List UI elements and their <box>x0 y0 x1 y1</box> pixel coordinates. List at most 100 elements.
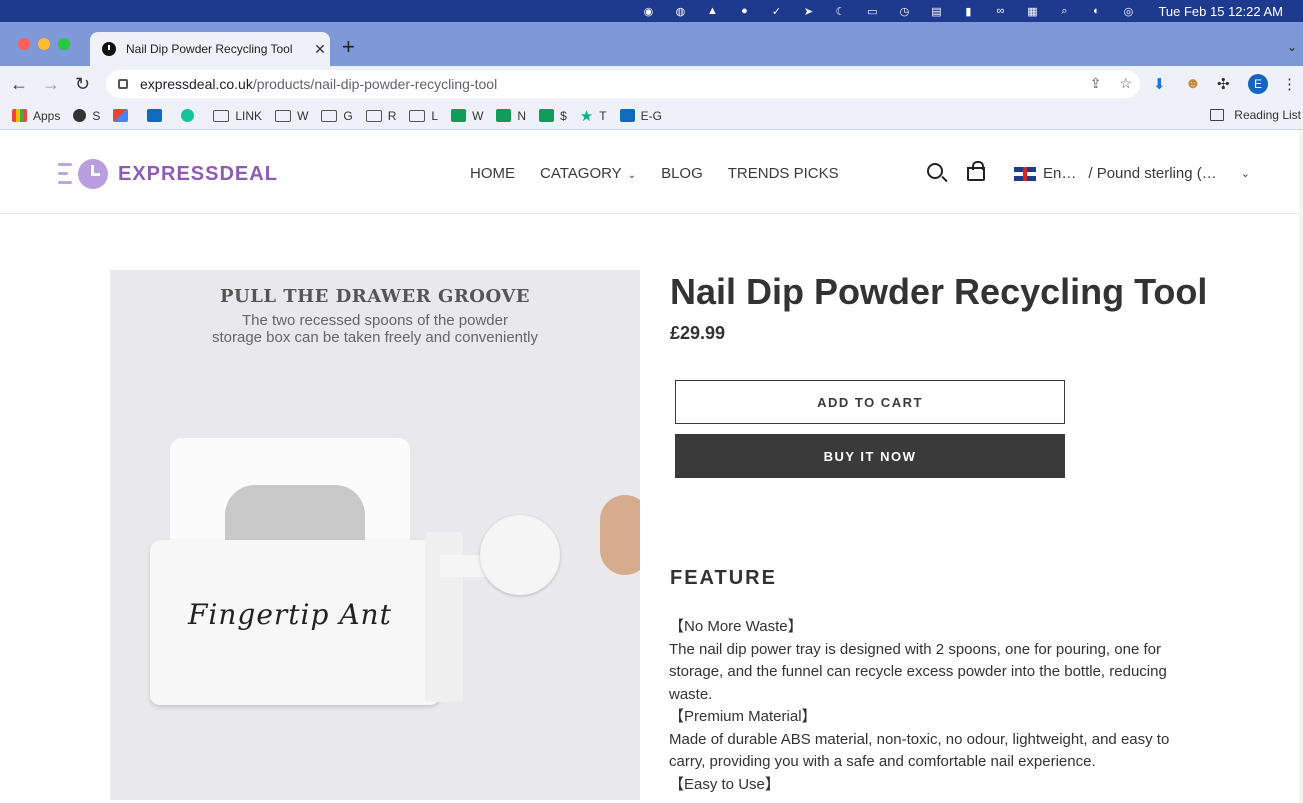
bookmarks-bar: Apps S LINK W G R L W N $ ★ T E-G Reading… <box>0 102 1303 130</box>
star-icon: ★ <box>579 107 594 125</box>
clock-favicon-icon <box>102 42 116 56</box>
bookmark-outlook-eg[interactable]: E-G <box>619 109 662 123</box>
line-icon[interactable]: ◉ <box>640 4 656 18</box>
locale-selector[interactable]: En… / Pound sterling (… ⌄ <box>1014 165 1250 182</box>
screen-icon[interactable]: ▭ <box>864 4 880 18</box>
browser-toolbar: ← → ↻ expressdeal.co.uk/products/nail-di… <box>0 66 1303 102</box>
page-scrollbar[interactable] <box>1299 131 1303 803</box>
language-label: En… <box>1043 165 1077 182</box>
bookmark-sheet-n[interactable]: N <box>496 109 526 123</box>
lock-icon[interactable] <box>118 79 128 89</box>
folder-icon <box>275 109 292 122</box>
sheets-icon <box>451 109 467 122</box>
bookmark-sheet-w[interactable]: W <box>451 109 483 123</box>
feature-text-material: Made of durable ABS material, non-toxic,… <box>669 730 1170 771</box>
system-menubar: ◉ ◍ ▲ ● ✓ ➤ ☾ ▭ ◷ ▤ ▮ ∞ ▦ ⌕ ◐ ◎ Tue Feb … <box>0 0 1303 22</box>
keyboard-icon[interactable]: ▦ <box>1024 4 1040 18</box>
share-icon[interactable]: ⇪ <box>1090 75 1102 92</box>
logo-text: EXPRESSDEAL <box>118 162 278 185</box>
bookmark-folder-r[interactable]: R <box>365 109 396 123</box>
us-flag-icon[interactable]: ▤ <box>928 4 944 18</box>
bookmark-grammarly[interactable] <box>181 109 200 122</box>
messenger-icon[interactable]: ● <box>736 4 752 18</box>
bookmark-folder-l[interactable]: L <box>409 109 438 123</box>
profile-avatar[interactable]: E <box>1248 74 1268 94</box>
new-tab-button[interactable]: + <box>342 36 355 58</box>
wechat-icon[interactable]: ◍ <box>672 4 688 18</box>
outlook-icon <box>619 109 635 122</box>
add-to-cart-button[interactable]: ADD TO CART <box>675 380 1065 424</box>
folder-icon <box>409 109 426 122</box>
checkmark-app-icon[interactable]: ✓ <box>768 4 784 18</box>
extensions-puzzle-icon[interactable]: ✣ <box>1217 75 1230 93</box>
search-icon[interactable] <box>927 163 943 179</box>
outlook-icon <box>147 109 163 122</box>
feature-heading: FEATURE <box>670 567 777 589</box>
folder-icon <box>321 109 338 122</box>
window-minimize-button[interactable] <box>38 38 50 50</box>
site-logo[interactable]: EXPRESSDEAL <box>58 159 278 189</box>
bookmark-star-t[interactable]: ★ T <box>580 107 607 125</box>
menubar-clock[interactable]: Tue Feb 15 12:22 AM <box>1158 4 1283 19</box>
product-image[interactable]: PULL THE DRAWER GROOVE The two recessed … <box>110 270 640 800</box>
bookmark-outlook[interactable] <box>147 109 168 122</box>
tab-title: Nail Dip Powder Recycling Tool <box>126 42 293 56</box>
nav-home[interactable]: HOME <box>470 165 515 182</box>
grammarly-icon <box>181 109 195 122</box>
logo-speed-lines-icon <box>58 161 76 187</box>
chevron-down-icon: ⌄ <box>627 170 637 181</box>
send-icon[interactable]: ➤ <box>800 4 816 18</box>
bookmark-folder-link[interactable]: LINK <box>213 109 262 123</box>
currency-label: / Pound sterling (… <box>1088 165 1217 182</box>
feature-heading-waste: 【No More Waste】 <box>669 618 803 635</box>
siri-icon[interactable]: ◎ <box>1120 4 1136 18</box>
tab-search-chevron-icon[interactable]: ⌄ <box>1287 40 1297 54</box>
bookmark-folder-g[interactable]: G <box>321 109 353 123</box>
url-host: expressdeal.co.uk <box>140 76 253 92</box>
forward-arrow-icon[interactable]: → <box>42 74 60 94</box>
owl-extension-icon[interactable]: ☻ <box>1185 75 1201 92</box>
browser-menu-icon[interactable]: ⋮ <box>1282 75 1297 93</box>
window-zoom-button[interactable] <box>58 38 70 50</box>
product-description: 【No More Waste】 The nail dip power tray … <box>669 616 1179 796</box>
bookmark-gmail[interactable] <box>113 109 134 122</box>
bookmark-sheet-dollar[interactable]: $ <box>539 109 567 123</box>
battery-icon[interactable]: ▮ <box>960 4 976 18</box>
nav-trends-picks[interactable]: TRENDS PICKS <box>728 165 839 182</box>
window-close-button[interactable] <box>18 38 30 50</box>
chevron-down-icon: ⌄ <box>1240 168 1250 180</box>
back-arrow-icon[interactable]: ← <box>10 74 28 94</box>
spotlight-icon[interactable]: ⌕ <box>1056 4 1072 18</box>
feature-text-waste: The nail dip power tray is designed with… <box>669 640 1167 703</box>
nav-catagory[interactable]: CATAGORY ⌄ <box>540 165 636 182</box>
product-title: Nail Dip Powder Recycling Tool <box>670 271 1208 312</box>
address-bar[interactable]: expressdeal.co.uk/products/nail-dip-powd… <box>106 70 1140 98</box>
bookmark-folder-w[interactable]: W <box>275 109 308 123</box>
reload-icon[interactable]: ↻ <box>75 74 90 94</box>
moon-icon[interactable]: ☾ <box>832 4 848 18</box>
url-path: /products/nail-dip-powder-recycling-tool <box>252 76 498 92</box>
bookmark-apps[interactable]: Apps <box>12 109 60 123</box>
cart-icon[interactable] <box>967 161 985 181</box>
browser-tab-active[interactable]: Nail Dip Powder Recycling Tool ✕ <box>90 32 330 66</box>
download-extension-icon[interactable]: ⬇ <box>1153 75 1166 93</box>
reading-list-button[interactable]: Reading List <box>1210 108 1301 122</box>
buy-it-now-button[interactable]: BUY IT NOW <box>675 434 1065 478</box>
finger <box>600 495 640 575</box>
main-nav: HOME CATAGORY ⌄ BLOG TRENDS PICKS <box>470 165 839 182</box>
site-header: EXPRESSDEAL HOME CATAGORY ⌄ BLOG TRENDS P… <box>0 131 1299 214</box>
time-machine-icon[interactable]: ◷ <box>896 4 912 18</box>
bookmark-s[interactable]: S <box>73 109 100 123</box>
bookmark-star-icon[interactable]: ☆ <box>1119 75 1132 92</box>
web-page: EXPRESSDEAL HOME CATAGORY ⌄ BLOG TRENDS P… <box>0 131 1299 803</box>
spoon <box>480 515 560 595</box>
notification-icon[interactable]: ▲ <box>704 4 720 18</box>
sheets-icon <box>496 109 512 122</box>
feature-heading-material: 【Premium Material】 <box>669 708 817 725</box>
sheets-icon <box>539 109 555 122</box>
nav-blog[interactable]: BLOG <box>661 165 703 182</box>
image-headline: PULL THE DRAWER GROOVE <box>219 286 531 307</box>
link-icon[interactable]: ∞ <box>992 4 1008 18</box>
tab-close-icon[interactable]: ✕ <box>310 41 330 58</box>
control-center-icon[interactable]: ◐ <box>1088 4 1104 18</box>
